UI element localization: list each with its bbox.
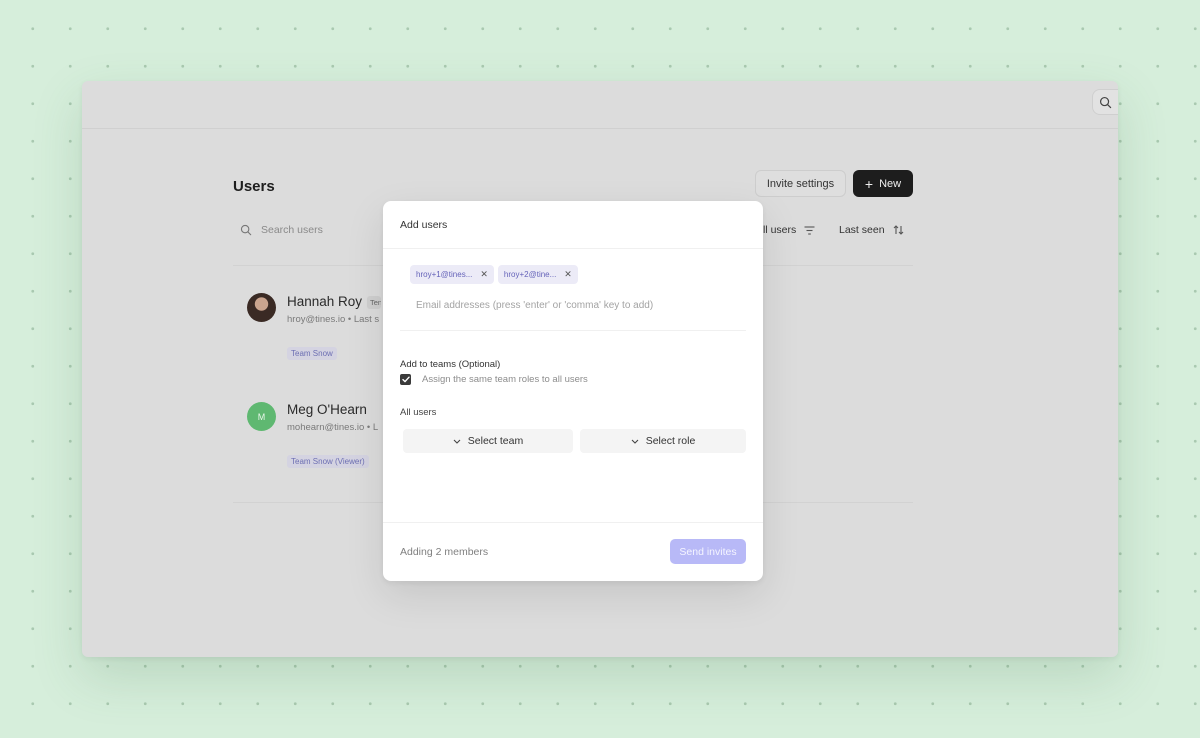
search-users-placeholder: Search users <box>261 224 323 236</box>
email-chip[interactable]: hroy+2@tine... ✕ <box>497 265 578 284</box>
send-invites-button[interactable]: Send invites <box>670 539 746 564</box>
input-divider <box>400 330 746 331</box>
assign-same-roles-label[interactable]: Assign the same team roles to all users <box>422 374 588 385</box>
search-icon <box>1099 96 1112 108</box>
filter-dropdown[interactable]: All users <box>756 224 815 236</box>
adding-members-status: Adding 2 members <box>400 546 489 558</box>
page-title: Users <box>233 178 275 195</box>
modal-title: Add users <box>400 219 448 231</box>
footer-divider <box>383 522 763 523</box>
search-users-input[interactable]: Search users <box>240 224 323 236</box>
chevron-down-icon <box>631 439 639 444</box>
team-badge[interactable]: Team Snow (Viewer) <box>287 455 369 468</box>
user-meta: hroy@tines.io • Last s <box>287 314 380 325</box>
global-search-button[interactable] <box>1092 89 1118 115</box>
email-addresses-input[interactable] <box>416 300 736 311</box>
assign-same-roles-checkbox[interactable] <box>400 374 411 385</box>
select-team-label: Select team <box>467 435 524 447</box>
email-chip-label: hroy+1@tines... <box>416 270 473 279</box>
select-role-dropdown[interactable]: Select role <box>580 429 746 453</box>
email-chips: hroy+1@tines... ✕ hroy+2@tine... ✕ <box>410 265 578 284</box>
role-badge: Ten <box>367 296 381 309</box>
user-name[interactable]: Meg O'Hearn <box>287 402 367 417</box>
search-icon <box>240 224 252 236</box>
all-users-label: All users <box>400 407 437 418</box>
filter-icon <box>804 225 815 235</box>
checkmark-icon <box>401 376 410 383</box>
user-name[interactable]: Hannah Roy <box>287 294 362 309</box>
add-users-modal: Add users hroy+1@tines... ✕ hroy+2@tine.… <box>383 201 763 581</box>
close-icon[interactable]: ✕ <box>480 269 488 280</box>
sort-arrows-icon <box>893 225 903 235</box>
team-badge[interactable]: Team Snow <box>287 347 337 360</box>
chevron-down-icon <box>453 439 461 444</box>
sort-dropdown[interactable]: Last seen <box>839 224 904 236</box>
modal-divider <box>383 248 763 249</box>
sort-label: Last seen <box>839 224 885 236</box>
new-button-label: New <box>879 177 902 190</box>
new-button[interactable]: + New <box>853 170 913 197</box>
top-bar <box>82 81 1118 129</box>
select-role-label: Select role <box>645 435 696 447</box>
email-chip-label: hroy+2@tine... <box>503 270 557 279</box>
avatar <box>247 293 276 322</box>
close-icon[interactable]: ✕ <box>564 269 572 280</box>
avatar: M <box>247 402 276 431</box>
plus-icon: + <box>864 175 874 192</box>
invite-settings-button[interactable]: Invite settings <box>755 170 846 197</box>
select-team-dropdown[interactable]: Select team <box>403 429 573 453</box>
add-to-teams-label: Add to teams (Optional) <box>400 359 501 370</box>
user-meta: mohearn@tines.io • L <box>287 422 379 433</box>
email-chip[interactable]: hroy+1@tines... ✕ <box>410 265 494 284</box>
